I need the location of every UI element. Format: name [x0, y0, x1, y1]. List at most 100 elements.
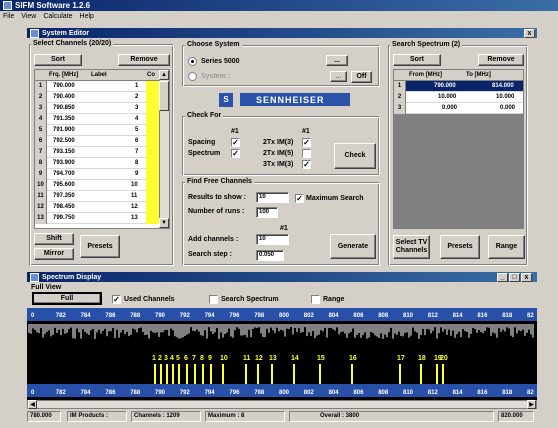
range-checkbox[interactable]	[311, 295, 320, 304]
table-row[interactable]: 4 791.350 4	[35, 114, 160, 125]
search-spectrum-checkbox[interactable]	[209, 295, 218, 304]
channel-bar	[186, 364, 188, 384]
menu-calculate[interactable]: Calculate	[43, 13, 72, 20]
minimize-icon[interactable]: _	[497, 273, 508, 282]
check-button[interactable]: Check	[334, 143, 376, 169]
tick-label: 814	[453, 313, 464, 319]
table-row[interactable]: 5 791.900 5	[35, 125, 160, 136]
channels-table-header: Frq. [MHz] Label Co	[35, 70, 169, 81]
results-input[interactable]: 10	[256, 192, 289, 203]
channels-table[interactable]: Frq. [MHz] Label Co 1 790.000 1 2 790.400 2 …	[34, 69, 170, 229]
tick-label: 784	[81, 390, 92, 396]
add-channels-input[interactable]: 10	[256, 234, 289, 245]
spectrum-checkbox[interactable]: ✓	[231, 149, 240, 158]
runs-input[interactable]: 100	[256, 207, 278, 218]
used-channels-checkbox[interactable]: ✓	[112, 295, 121, 304]
col-color[interactable]: Co	[147, 72, 155, 78]
table-row[interactable]: 9 794.700 9	[35, 169, 160, 180]
scroll-left-icon[interactable]: ◀	[28, 400, 37, 409]
tick-label: 800	[279, 313, 290, 319]
channel-bar	[245, 364, 247, 384]
tick-label: 816	[477, 390, 488, 396]
im3-2tx-checkbox[interactable]: ✓	[302, 138, 311, 147]
spacing-checkbox[interactable]: ✓	[231, 138, 240, 147]
system-radio[interactable]	[188, 72, 197, 81]
maximize-icon[interactable]: □	[509, 273, 520, 282]
mirror-button[interactable]: Mirror	[34, 248, 74, 260]
im5-2tx-checkbox[interactable]	[302, 149, 311, 158]
full-button[interactable]: Full	[32, 292, 102, 305]
table-row[interactable]: 3 0.000 0.000	[394, 103, 523, 114]
tick-label: 792	[180, 313, 191, 319]
spectrum-titlebar: Spectrum Display	[27, 272, 537, 282]
table-row[interactable]: 2 10.000 10.000	[394, 92, 523, 103]
channels-rows: 1 790.000 1 2 790.400 2 3 790.850 3 4 791.350 4 …	[35, 81, 160, 228]
check-num-right: #1	[302, 128, 310, 135]
table-row[interactable]: 6 792.500 6	[35, 136, 160, 147]
runs-label: Number of runs :	[188, 208, 245, 215]
maximum-checkbox[interactable]: ✓	[295, 194, 304, 203]
menu-help[interactable]: Help	[80, 13, 94, 20]
scroll-right-icon[interactable]: ▶	[527, 400, 536, 409]
im3-3tx-checkbox[interactable]: ✓	[302, 160, 311, 169]
search-sort-button[interactable]: Sort	[393, 54, 441, 66]
status-left-freq: 780.000	[27, 411, 61, 422]
table-row[interactable]: 1 790.000 1	[35, 81, 160, 92]
spectrum-title: Spectrum Display	[42, 273, 102, 281]
spectrum-scrollbar[interactable]: ◀ ▶	[27, 400, 537, 409]
table-row[interactable]: 11 797.350 11	[35, 191, 160, 202]
tick-label: 794	[205, 390, 216, 396]
editor-icon	[30, 28, 39, 38]
table-row[interactable]: 13 799.750 13	[35, 213, 160, 224]
channel-bar	[399, 364, 401, 384]
scroll-thumb[interactable]	[159, 81, 169, 111]
col-frequency[interactable]: Frq. [MHz]	[49, 72, 78, 78]
editor-titlebar: System Editor	[27, 28, 537, 38]
table-row[interactable]: 8 793.900 8	[35, 158, 160, 169]
channel-label: 6	[184, 355, 188, 362]
system-browse-button[interactable]: ...	[330, 71, 347, 82]
channel-label: 3	[164, 355, 168, 362]
series-radio[interactable]	[188, 57, 197, 66]
shift-button[interactable]: Shift	[34, 233, 74, 245]
channel-bar	[271, 364, 273, 384]
search-table[interactable]: From [MHz] To [MHz] 1 790.000 814.000 2 10.…	[393, 69, 524, 229]
generate-button[interactable]: Generate	[330, 234, 376, 259]
spectrum-label: Spectrum	[188, 150, 221, 157]
menu-view[interactable]: View	[21, 13, 36, 20]
col-label[interactable]: Label	[91, 72, 107, 78]
table-row[interactable]: 12 798.450 12	[35, 202, 160, 213]
tick-label: 786	[105, 313, 116, 319]
table-row[interactable]: 3 790.850 3	[35, 103, 160, 114]
close-icon[interactable]: x	[524, 29, 535, 38]
channel-bar	[160, 364, 162, 384]
col-to[interactable]: To [MHz]	[466, 72, 491, 78]
table-row[interactable]: 10 795.600 10	[35, 180, 160, 191]
tick-label: 804	[329, 390, 340, 396]
channels-scrollbar[interactable]: ▲ ▼	[159, 70, 169, 228]
tick-label: 796	[229, 313, 240, 319]
scroll-up-icon[interactable]: ▲	[159, 70, 169, 80]
table-row[interactable]: 7 793.150 7	[35, 147, 160, 158]
channel-bar	[442, 364, 444, 384]
scroll-down-icon[interactable]: ▼	[159, 218, 169, 228]
search-presets-button[interactable]: Presets	[440, 235, 480, 259]
range-button[interactable]: Range	[488, 235, 525, 259]
series-browse-button[interactable]: ...	[326, 55, 348, 66]
table-row[interactable]: 2 790.400 2	[35, 92, 160, 103]
menu-file[interactable]: File	[3, 13, 14, 20]
system-label: System :	[201, 73, 231, 80]
tick-label: 802	[304, 390, 315, 396]
channels-remove-button[interactable]: Remove	[118, 54, 170, 66]
channels-presets-button[interactable]: Presets	[80, 235, 120, 258]
select-tv-button[interactable]: Select TV Channels	[393, 235, 430, 259]
col-from[interactable]: From [MHz]	[409, 72, 442, 78]
spectrum-plot[interactable]: 0 782 784 786 788 790 792 794 796 798 800 802 804 806…	[27, 308, 537, 400]
free-group-label: Find Free Channels	[185, 178, 254, 185]
search-remove-button[interactable]: Remove	[478, 54, 524, 66]
spectrum-close-icon[interactable]: x	[521, 273, 532, 282]
system-off-button[interactable]: Off	[351, 71, 372, 83]
channels-sort-button[interactable]: Sort	[34, 54, 82, 66]
table-row[interactable]: 1 790.000 814.000	[394, 81, 523, 92]
search-step-input[interactable]: 0.050	[256, 250, 284, 261]
